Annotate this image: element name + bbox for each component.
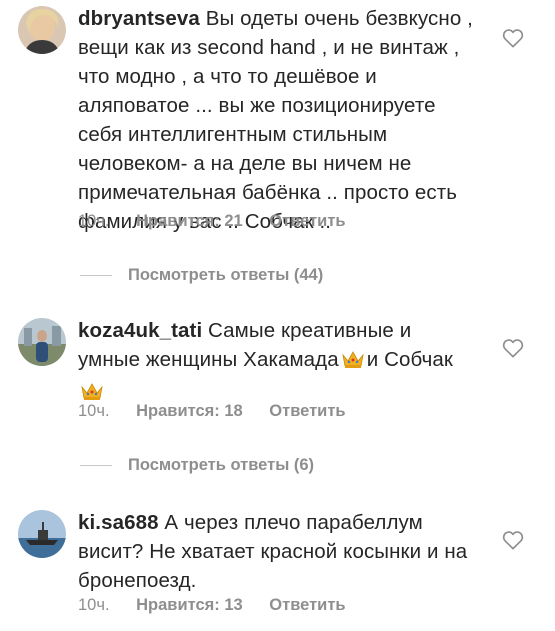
comment-time: 10ч.: [78, 596, 110, 614]
comment-username[interactable]: dbryantseva: [78, 7, 200, 30]
crown-icon: [341, 348, 365, 377]
reply-button[interactable]: Ответить: [269, 596, 345, 614]
comment-body: Вы одеты очень безвкусно , вещи как из s…: [78, 7, 473, 233]
comment-body-continued: и Собчак: [366, 348, 453, 371]
divider-line: [80, 275, 112, 276]
avatar[interactable]: [18, 510, 66, 558]
comment-username[interactable]: koza4uk_tati: [78, 319, 202, 342]
comment-username[interactable]: ki.sa688: [78, 511, 159, 534]
likes-count[interactable]: Нравится: 13: [136, 596, 243, 614]
comment-meta: 10ч. Нравится: 21 Ответить: [78, 212, 368, 231]
comment-text: dbryantseva Вы одеты очень безвкусно , в…: [78, 4, 478, 236]
view-replies-button[interactable]: Посмотреть ответы (6): [80, 456, 314, 475]
comment-time: 10ч.: [78, 212, 110, 230]
reply-button[interactable]: Ответить: [269, 402, 345, 420]
view-replies-label: Посмотреть ответы (44): [128, 266, 324, 284]
likes-count[interactable]: Нравится: 21: [136, 212, 243, 230]
heart-icon[interactable]: [502, 338, 526, 360]
heart-icon[interactable]: [502, 28, 526, 50]
view-replies-button[interactable]: Посмотреть ответы (44): [80, 266, 323, 285]
reply-button[interactable]: Ответить: [269, 212, 345, 230]
comment-meta: 10ч. Нравится: 18 Ответить: [78, 402, 368, 421]
heart-icon[interactable]: [502, 530, 526, 552]
avatar[interactable]: [18, 318, 66, 366]
comment-meta: 10ч. Нравится: 13 Ответить: [78, 596, 368, 615]
divider-line: [80, 465, 112, 466]
comment-time: 10ч.: [78, 402, 110, 420]
likes-count[interactable]: Нравится: 18: [136, 402, 243, 420]
view-replies-label: Посмотреть ответы (6): [128, 456, 315, 474]
avatar[interactable]: [18, 6, 66, 54]
comment-text: koza4uk_tati Самые креативные и умные же…: [78, 316, 478, 409]
comment-text: ki.sa688 А через плечо парабеллум висит?…: [78, 508, 478, 595]
